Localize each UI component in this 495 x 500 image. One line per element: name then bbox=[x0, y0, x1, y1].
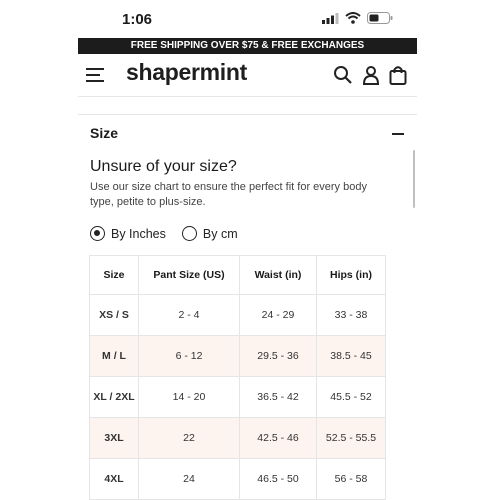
hips-cell: 38.5 - 45 bbox=[316, 335, 386, 377]
radio-selected-icon[interactable] bbox=[90, 226, 105, 241]
col-header-hips: Hips (in) bbox=[316, 255, 386, 295]
search-icon[interactable] bbox=[333, 65, 353, 85]
col-header-size: Size bbox=[89, 255, 139, 295]
bag-icon[interactable] bbox=[389, 65, 407, 85]
size-cell: M / L bbox=[89, 335, 139, 377]
radio-label-inches: By Inches bbox=[111, 226, 166, 241]
table-row: XL / 2XL 14 - 20 36.5 - 42 45.5 - 52 bbox=[89, 376, 386, 418]
menu-icon[interactable] bbox=[86, 67, 106, 83]
waist-cell: 42.5 - 46 bbox=[239, 417, 317, 459]
table-row: 4XL 24 46.5 - 50 56 - 58 bbox=[89, 458, 386, 500]
status-icons bbox=[322, 12, 393, 24]
pant-size-cell: 22 bbox=[138, 417, 240, 459]
table-row: XS / S 2 - 4 24 - 29 33 - 38 bbox=[89, 294, 386, 336]
status-bar: 1:06 bbox=[0, 0, 495, 38]
hips-cell: 56 - 58 bbox=[316, 458, 386, 500]
site-header: shapermint bbox=[78, 56, 417, 96]
size-help-description: Use our size chart to ensure the perfect… bbox=[90, 181, 367, 208]
header-divider bbox=[78, 96, 417, 97]
unit-selector: By Inches By cm bbox=[90, 226, 238, 241]
hips-cell: 33 - 38 bbox=[316, 294, 386, 336]
wifi-icon bbox=[345, 12, 361, 24]
col-header-waist: Waist (in) bbox=[239, 255, 317, 295]
signal-icon bbox=[322, 12, 339, 24]
size-cell: XS / S bbox=[89, 294, 139, 336]
table-row: M / L 6 - 12 29.5 - 36 38.5 - 45 bbox=[89, 335, 386, 377]
radio-unselected-icon[interactable] bbox=[181, 226, 197, 241]
size-cell: 4XL bbox=[89, 458, 139, 500]
collapse-minus-icon[interactable] bbox=[392, 133, 404, 135]
size-help-heading: Unsure of your size? bbox=[90, 158, 237, 175]
battery-icon bbox=[367, 12, 393, 24]
hips-cell: 45.5 - 52 bbox=[316, 376, 386, 418]
radio-label-cm: By cm bbox=[202, 226, 238, 241]
waist-cell: 46.5 - 50 bbox=[239, 458, 317, 500]
waist-cell: 24 - 29 bbox=[239, 294, 317, 336]
radio-by-inches[interactable]: By Inches bbox=[90, 226, 166, 241]
pant-size-cell: 2 - 4 bbox=[138, 294, 240, 336]
waist-cell: 29.5 - 36 bbox=[239, 335, 317, 377]
account-icon[interactable] bbox=[361, 65, 381, 85]
hips-cell: 52.5 - 55.5 bbox=[316, 417, 386, 459]
section-divider bbox=[78, 114, 417, 115]
size-section-title[interactable]: Size bbox=[90, 125, 118, 141]
header-actions bbox=[333, 65, 407, 85]
radio-by-cm[interactable]: By cm bbox=[181, 226, 238, 241]
waist-cell: 36.5 - 42 bbox=[239, 376, 317, 418]
size-cell: XL / 2XL bbox=[89, 376, 139, 418]
table-row: 3XL 22 42.5 - 46 52.5 - 55.5 bbox=[89, 417, 386, 459]
size-chart-table: Size Pant Size (US) Waist (in) Hips (in)… bbox=[89, 255, 386, 500]
status-time: 1:06 bbox=[122, 11, 153, 28]
promo-banner[interactable]: FREE SHIPPING OVER $75 & FREE EXCHANGES bbox=[78, 38, 417, 54]
col-header-pant-size: Pant Size (US) bbox=[138, 255, 240, 295]
scrollbar[interactable] bbox=[413, 150, 415, 208]
brand-logo[interactable]: shapermint bbox=[126, 59, 247, 86]
table-header-row: Size Pant Size (US) Waist (in) Hips (in) bbox=[89, 255, 386, 295]
pant-size-cell: 14 - 20 bbox=[138, 376, 240, 418]
size-cell: 3XL bbox=[89, 417, 139, 459]
pant-size-cell: 6 - 12 bbox=[138, 335, 240, 377]
pant-size-cell: 24 bbox=[138, 458, 240, 500]
